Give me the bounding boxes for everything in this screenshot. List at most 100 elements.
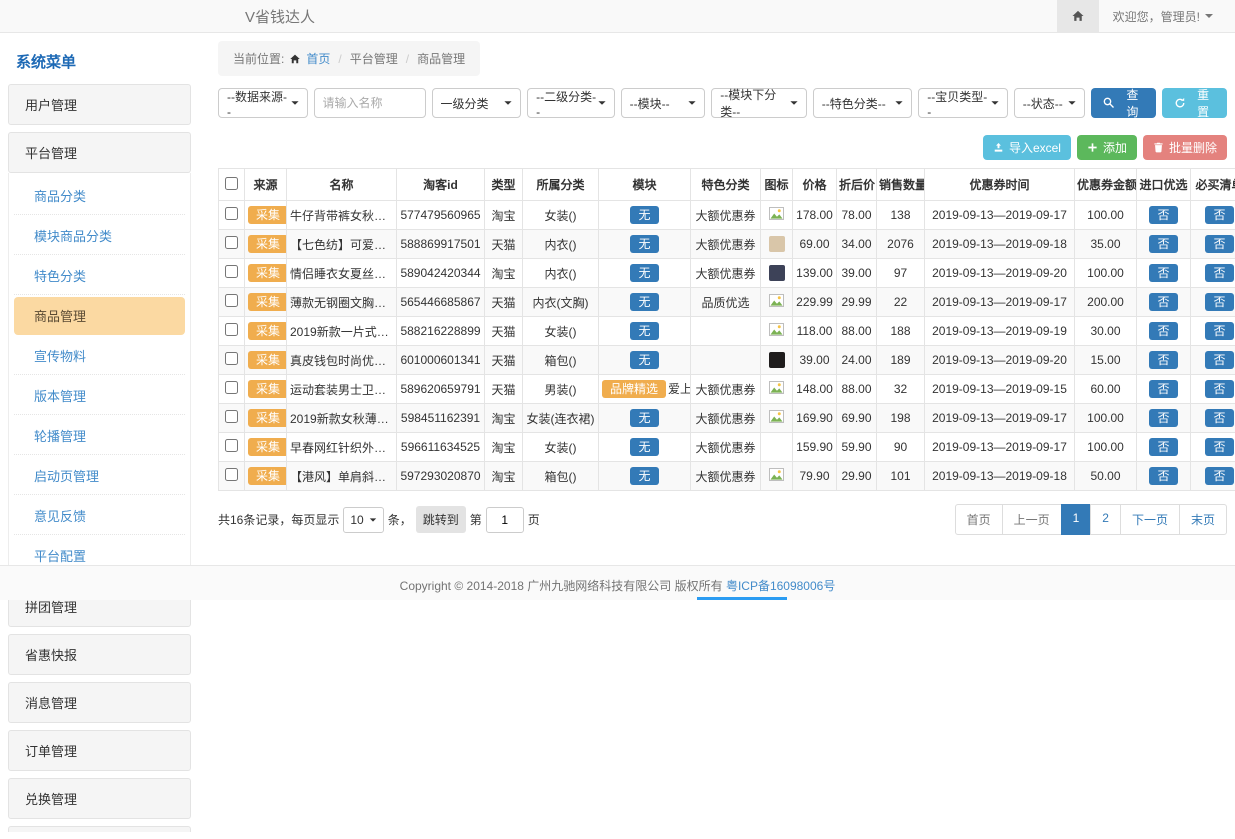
column-header-进口优选: 进口优选 (1137, 169, 1191, 201)
module-badge[interactable]: 无 (630, 206, 658, 224)
page-button-2[interactable]: 2 (1090, 504, 1121, 535)
page-button-1[interactable]: 1 (1061, 504, 1092, 535)
batch-delete-button[interactable]: 批量删除 (1143, 135, 1227, 160)
cell-price: 169.90 (793, 404, 837, 433)
module-sub-category-select[interactable]: --模块下分类-- (711, 88, 807, 118)
cell-coupon-time: 2019-09-13—2019-09-15 (925, 375, 1075, 404)
cell-import-select-toggle[interactable]: 否 (1149, 264, 1177, 282)
cell-icon (761, 404, 793, 433)
select-all-checkbox[interactable] (225, 177, 238, 190)
row-checkbox[interactable] (225, 468, 238, 481)
cell-price: 69.00 (793, 230, 837, 259)
sidebar-group-6[interactable]: 兑换管理 (8, 778, 191, 819)
cell-import-select-toggle[interactable]: 否 (1149, 293, 1177, 311)
row-checkbox[interactable] (225, 265, 238, 278)
cell-import-select-toggle[interactable]: 否 (1149, 409, 1177, 427)
source-badge: 采集 (248, 438, 287, 456)
module-badge[interactable]: 无 (630, 235, 658, 253)
name-search-input[interactable] (314, 88, 426, 118)
sidebar-group-5[interactable]: 订单管理 (8, 730, 191, 771)
cell-must-buy-toggle[interactable]: 否 (1205, 235, 1233, 253)
sidebar-group-7[interactable]: 统计管理 (8, 826, 191, 832)
sidebar-item-特色分类[interactable]: 特色分类 (14, 257, 185, 295)
cell-must-buy-toggle[interactable]: 否 (1205, 206, 1233, 224)
cell-feature-category: 大额优惠券 (691, 433, 761, 462)
cell-import-select-toggle[interactable]: 否 (1149, 467, 1177, 485)
feature-category-select[interactable]: --特色分类-- (813, 88, 912, 118)
icp-link[interactable]: 粤ICP备16098006号 (726, 579, 835, 593)
sidebar-group-4[interactable]: 消息管理 (8, 682, 191, 723)
import-excel-button[interactable]: 导入excel (983, 135, 1071, 160)
cell-import-select-toggle[interactable]: 否 (1149, 206, 1177, 224)
sidebar-group-1[interactable]: 平台管理 (8, 132, 191, 173)
level1-category-select[interactable]: 一级分类 (432, 88, 522, 118)
page-button-上一页[interactable]: 上一页 (1002, 504, 1062, 535)
sidebar-item-意见反馈[interactable]: 意见反馈 (14, 497, 185, 535)
cell-must-buy-toggle[interactable]: 否 (1205, 380, 1233, 398)
module-badge[interactable]: 无 (630, 467, 658, 485)
data-source-select[interactable]: --数据来源-- (218, 88, 308, 118)
module-badge[interactable]: 无 (630, 351, 658, 369)
page-button-首页[interactable]: 首页 (955, 504, 1003, 535)
sidebar-item-商品分类[interactable]: 商品分类 (14, 177, 185, 215)
source-badge: 采集 (248, 293, 287, 311)
home-button[interactable] (1057, 0, 1099, 33)
page-button-末页[interactable]: 末页 (1179, 504, 1227, 535)
cell-import-select-toggle[interactable]: 否 (1149, 235, 1177, 253)
item-type-select[interactable]: --宝贝类型-- (918, 88, 1008, 118)
module-badge[interactable]: 无 (630, 438, 658, 456)
per-page-select[interactable]: 10 (343, 507, 383, 533)
module-badge[interactable]: 品牌精选 (602, 380, 666, 398)
cell-must-buy-toggle[interactable]: 否 (1205, 293, 1233, 311)
cell-import-select: 否 (1137, 433, 1191, 462)
cell-type: 淘宝 (485, 462, 523, 491)
cell-must-buy-toggle[interactable]: 否 (1205, 467, 1233, 485)
cell-import-select-toggle[interactable]: 否 (1149, 438, 1177, 456)
cell-import-select-toggle[interactable]: 否 (1149, 322, 1177, 340)
module-badge[interactable]: 无 (630, 322, 658, 340)
module-select[interactable]: --模块-- (621, 88, 706, 118)
module-badge[interactable]: 无 (630, 264, 658, 282)
cell-must-buy-toggle[interactable]: 否 (1205, 264, 1233, 282)
jump-page-input[interactable] (486, 507, 524, 533)
status-select[interactable]: --状态-- (1014, 88, 1086, 118)
row-checkbox[interactable] (225, 207, 238, 220)
row-checkbox[interactable] (225, 236, 238, 249)
row-checkbox[interactable] (225, 381, 238, 394)
sidebar-item-版本管理[interactable]: 版本管理 (14, 377, 185, 415)
breadcrumb-home-link[interactable]: 首页 (306, 50, 330, 67)
reset-button[interactable]: 重置 (1162, 88, 1227, 118)
row-checkbox[interactable] (225, 439, 238, 452)
level2-category-select[interactable]: --二级分类-- (527, 88, 615, 118)
cell-must-buy-toggle[interactable]: 否 (1205, 351, 1233, 369)
module-badge[interactable]: 无 (630, 409, 658, 427)
cell-must-buy-toggle[interactable]: 否 (1205, 409, 1233, 427)
cell-coupon-amount: 60.00 (1075, 375, 1137, 404)
sidebar-item-商品管理[interactable]: 商品管理 (14, 297, 185, 335)
cell-must-buy-toggle[interactable]: 否 (1205, 438, 1233, 456)
row-checkbox[interactable] (225, 323, 238, 336)
add-button[interactable]: 添加 (1077, 135, 1137, 160)
row-checkbox[interactable] (225, 352, 238, 365)
sidebar-item-轮播管理[interactable]: 轮播管理 (14, 417, 185, 455)
user-menu[interactable]: 欢迎您，管理员! (1099, 8, 1235, 25)
sidebar-item-模块商品分类[interactable]: 模块商品分类 (14, 217, 185, 255)
cell-checkbox (219, 404, 245, 433)
sidebar-item-启动页管理[interactable]: 启动页管理 (14, 457, 185, 495)
jump-button[interactable]: 跳转到 (416, 506, 466, 533)
cell-price: 178.00 (793, 201, 837, 230)
module-badge[interactable]: 无 (630, 293, 658, 311)
page-button-下一页[interactable]: 下一页 (1120, 504, 1180, 535)
sidebar-group-0[interactable]: 用户管理 (8, 84, 191, 125)
row-checkbox[interactable] (225, 410, 238, 423)
cell-taoke-id: 577479560965 (397, 201, 485, 230)
cell-import-select-toggle[interactable]: 否 (1149, 351, 1177, 369)
sidebar-item-宣传物料[interactable]: 宣传物料 (14, 337, 185, 375)
broken-image-icon (769, 207, 784, 220)
row-checkbox[interactable] (225, 294, 238, 307)
cell-import-select-toggle[interactable]: 否 (1149, 380, 1177, 398)
cell-must-buy-toggle[interactable]: 否 (1205, 322, 1233, 340)
search-button[interactable]: 查询 (1091, 88, 1156, 118)
cell-icon (761, 259, 793, 288)
sidebar-group-3[interactable]: 省惠快报 (8, 634, 191, 675)
